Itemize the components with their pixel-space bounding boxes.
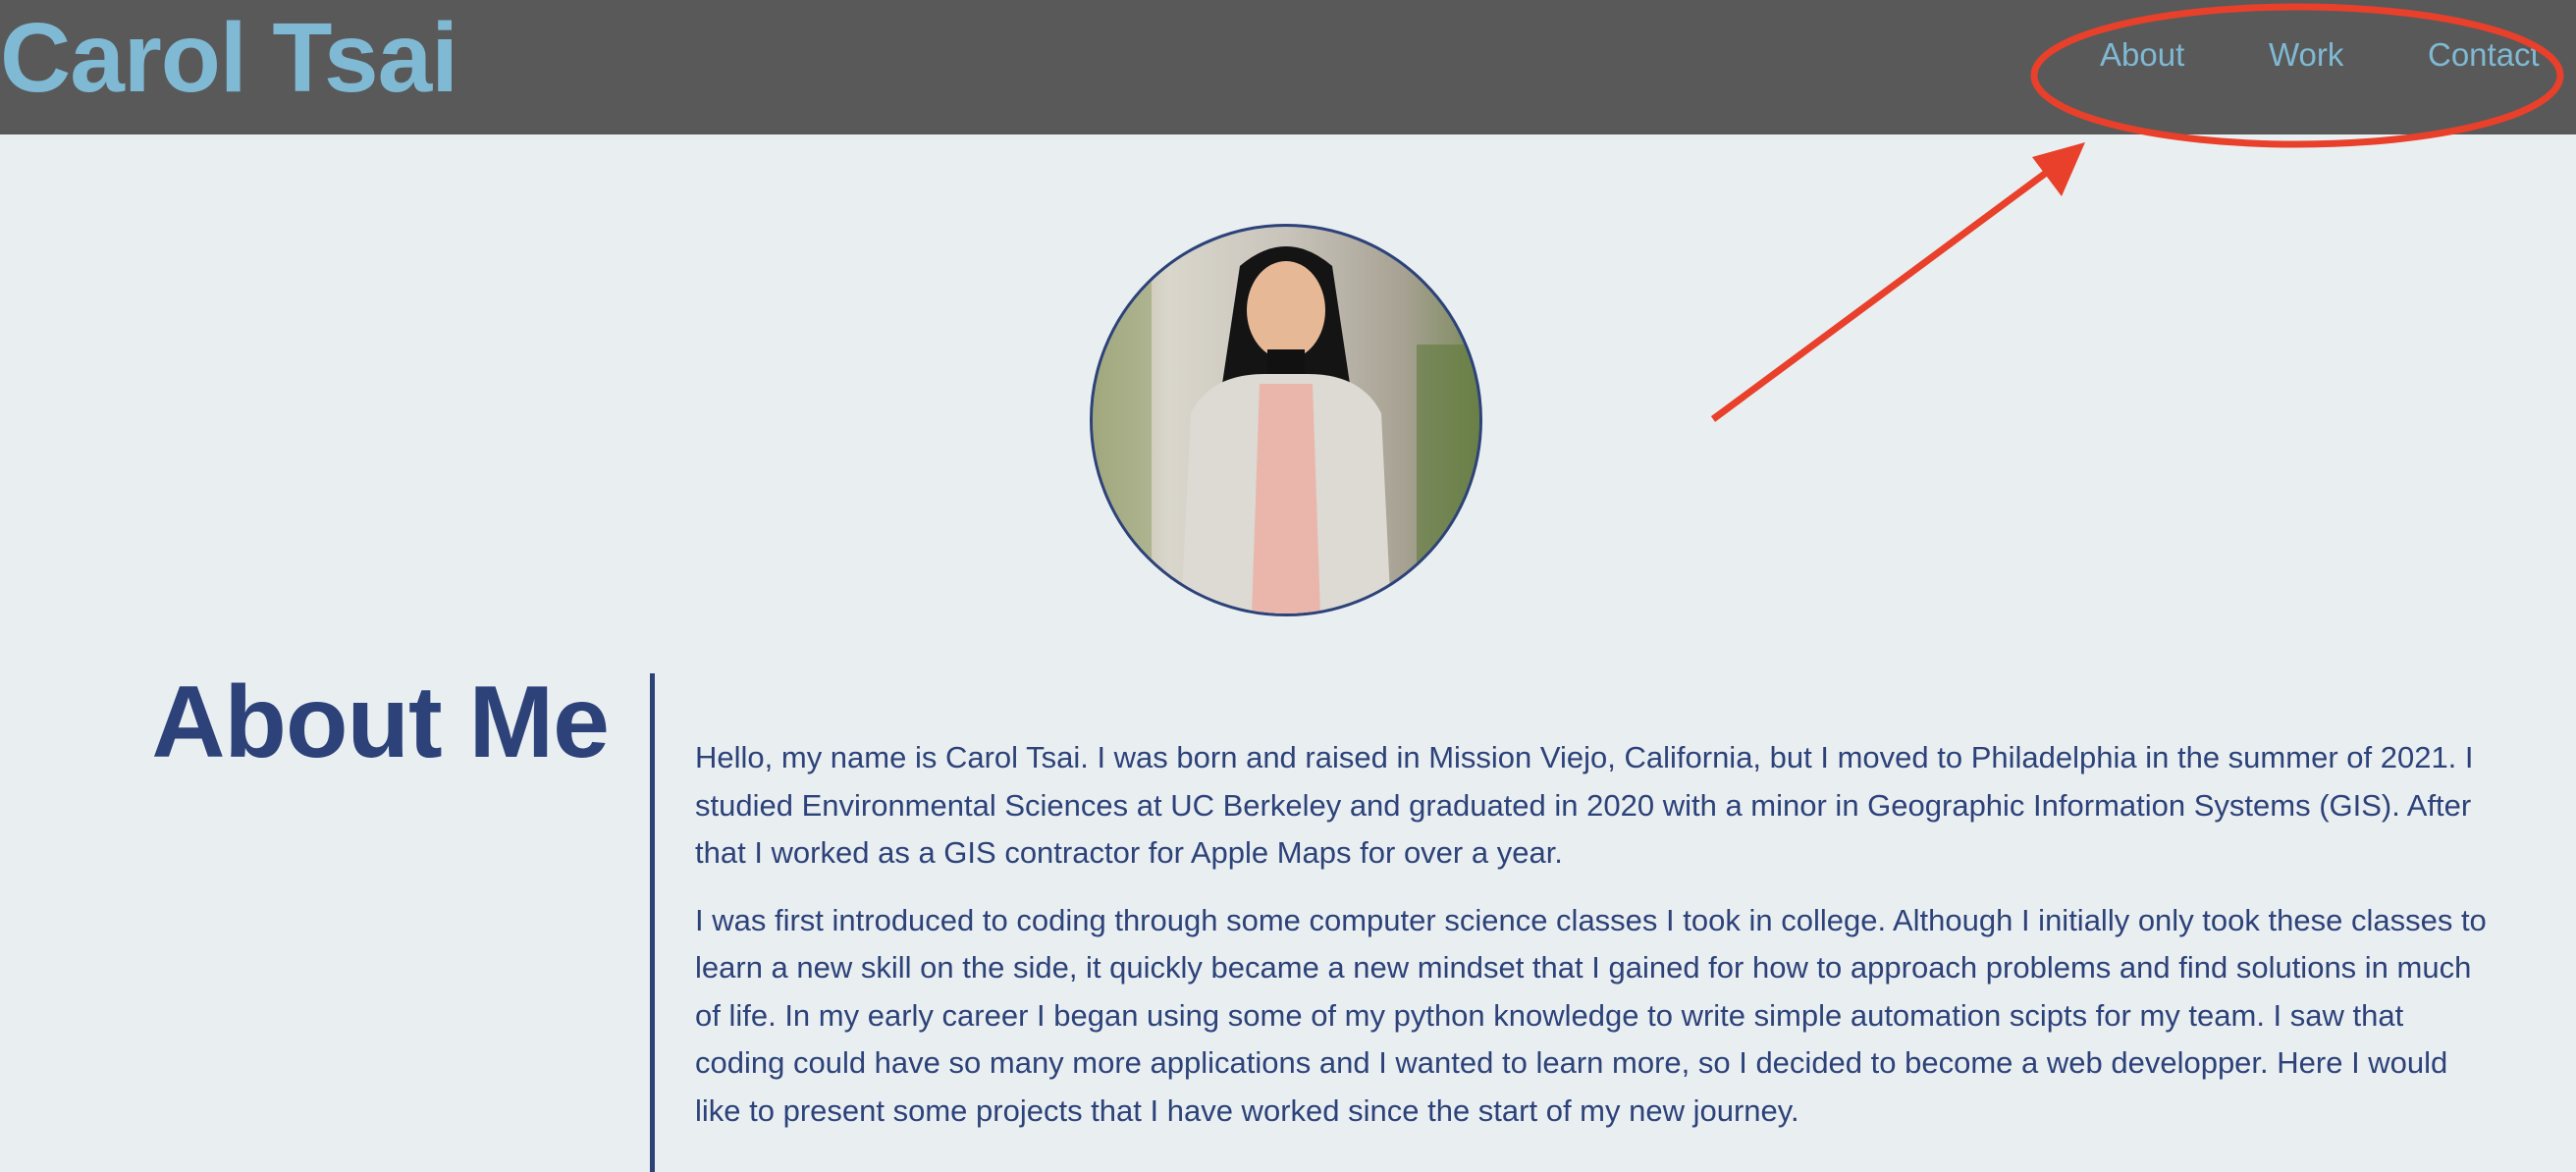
profile-photo	[1090, 224, 1482, 616]
nav-work[interactable]: Work	[2269, 35, 2343, 75]
about-text: Hello, my name is Carol Tsai. I was born…	[695, 734, 2492, 1154]
nav-about[interactable]: About	[2100, 35, 2184, 75]
about-paragraph: I was first introduced to coding through…	[695, 902, 2487, 1128]
section-divider	[650, 673, 655, 1172]
person-portrait-icon	[1093, 227, 1479, 613]
nav-contact[interactable]: Contact	[2428, 35, 2540, 75]
arrow-annotation	[1710, 162, 2060, 422]
site-header: Carol Tsai About Work Contact	[0, 0, 2576, 134]
arrow-head-icon	[2032, 142, 2085, 196]
about-paragraph: Hello, my name is Carol Tsai. I was born…	[695, 740, 2474, 870]
about-heading: About Me	[151, 666, 610, 779]
site-title[interactable]: Carol Tsai	[0, 4, 458, 112]
